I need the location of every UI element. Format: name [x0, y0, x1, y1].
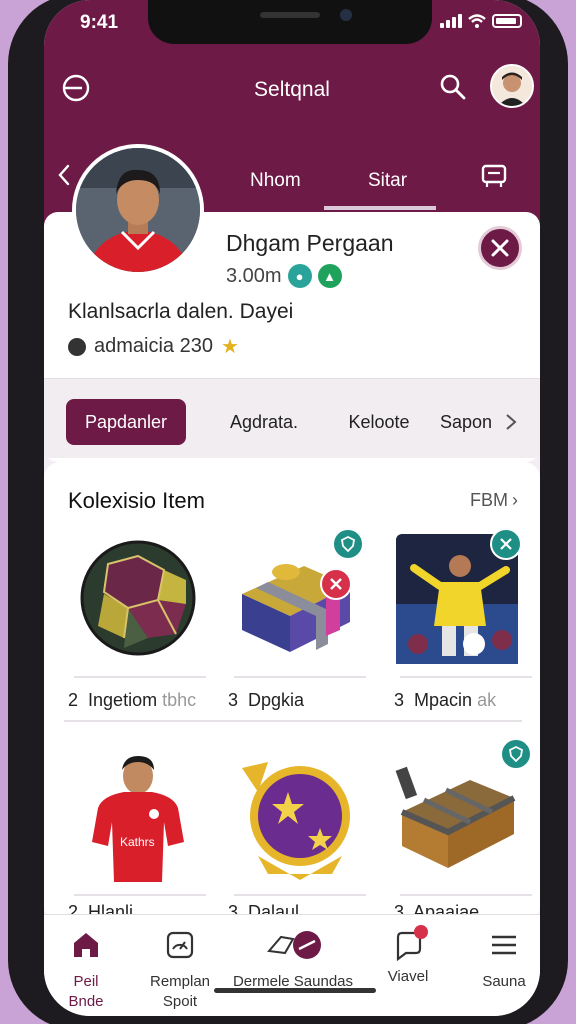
battery-icon: [492, 14, 522, 28]
tab-nhom[interactable]: Nhom: [250, 170, 301, 192]
item-name: Mpacin: [414, 690, 473, 710]
nav-item-remplan[interactable]: Remplan Spoit: [130, 929, 230, 1012]
chevron-right-icon[interactable]: [500, 411, 522, 433]
segment-agdrata[interactable]: Agdrata.: [204, 399, 324, 445]
shield-badge[interactable]: [500, 738, 532, 770]
item-divider: [400, 894, 532, 896]
cart-icon[interactable]: [478, 160, 510, 192]
notch: [148, 0, 432, 44]
profile-bio: Klanlsacrla dalen. Dayei: [68, 300, 294, 323]
tab-sitar[interactable]: Sitar: [368, 170, 407, 192]
profile-name: Dhgam Pergaan: [226, 230, 394, 256]
collection-card: Kolexisio Item FBM › 2 Ingetiom tbhc 3 D…: [44, 462, 540, 922]
item-name: Dpgkia: [248, 690, 305, 710]
item-label: 3 Mpacin ak: [394, 690, 496, 711]
level-badge-icon: ▲: [317, 264, 342, 288]
segment-papdanler[interactable]: Papdanler: [66, 399, 186, 445]
bottom-nav: Peil Bnde Remplan Spoit Dermele Saundas …: [44, 914, 540, 1016]
nav-label-home: Peil Bnde: [68, 973, 104, 1010]
signal-icon: [440, 14, 462, 28]
close-icon: [330, 578, 342, 590]
nav-item-dermele[interactable]: Dermele Saundas: [230, 929, 356, 992]
shield-icon: [341, 535, 355, 553]
tab-active-indicator: [324, 206, 436, 210]
back-chevron-icon[interactable]: [54, 160, 74, 190]
star-icon: ★: [220, 336, 239, 358]
segment-tabs: Papdanler Agdrata. Keloote Sapon: [44, 378, 540, 458]
rocket-icon: [267, 931, 321, 959]
shield-icon: [509, 745, 523, 763]
item-divider: [400, 676, 532, 678]
close-icon: [491, 239, 509, 257]
nav-item-home[interactable]: Peil Bnde: [44, 929, 136, 1012]
nav-item-sauna[interactable]: Sauna: [454, 929, 540, 992]
status-icons: [440, 14, 522, 28]
profile-meta: admaicia 230 ★: [68, 334, 239, 359]
item-divider: [234, 894, 366, 896]
item-count: 3: [228, 690, 239, 710]
player-portrait-icon: [76, 148, 200, 272]
shield-badge[interactable]: [332, 528, 364, 560]
item-count: 2: [68, 690, 79, 710]
profile-meta-text: admaicia 230: [94, 335, 213, 357]
profile-stats: 3.00m ● ▲: [226, 264, 342, 288]
phone-frame: 9:41 Seltqnal Nhom Sitar Dhgam Pergaan 3…: [8, 0, 568, 1024]
item-count: 3: [394, 690, 405, 710]
chevron-right-icon: ›: [512, 490, 518, 510]
star-trophy-icon: [242, 762, 350, 880]
swap-badge[interactable]: [490, 528, 522, 560]
svg-text:Kathrs: Kathrs: [120, 835, 155, 849]
player-kit-icon: Kathrs: [92, 756, 184, 882]
swap-icon: [500, 538, 512, 550]
avatar-face-icon: [492, 66, 532, 106]
item-extra: tbhc: [162, 690, 197, 710]
segment-keloote[interactable]: Keloote: [324, 399, 434, 445]
collection-title: Kolexisio Item: [68, 488, 205, 513]
item-divider: [74, 894, 206, 896]
wifi-icon: [468, 14, 486, 28]
soccer-ball-icon: [80, 540, 196, 656]
collection-see-all[interactable]: FBM ›: [470, 490, 518, 511]
verified-icon: ●: [287, 264, 312, 288]
profile-photo[interactable]: [72, 144, 204, 276]
notification-dot: [414, 925, 428, 939]
treasure-chest-icon: [395, 766, 516, 868]
item-divider: [234, 676, 366, 678]
item-label: 3 Dpgkia: [228, 690, 304, 711]
home-icon: [74, 933, 98, 957]
home-indicator[interactable]: [214, 988, 376, 993]
search-icon[interactable]: [438, 72, 468, 102]
nav-item-viavel[interactable]: Viavel: [358, 925, 458, 987]
nav-label-sauna: Sauna: [482, 973, 526, 990]
status-time: 9:41: [80, 12, 119, 33]
item-label: 2 Ingetiom tbhc: [68, 690, 196, 711]
screen: 9:41 Seltqnal Nhom Sitar Dhgam Pergaan 3…: [44, 0, 540, 1016]
profile-stats-value: 3.00m: [226, 264, 282, 287]
row-divider: [64, 720, 522, 722]
gauge-icon: [166, 931, 194, 959]
collection-see-all-label: FBM: [470, 490, 508, 510]
chat-icon: [392, 925, 428, 962]
user-avatar[interactable]: [490, 64, 534, 108]
location-icon: [68, 337, 86, 356]
item-divider: [74, 676, 206, 678]
remove-badge[interactable]: [320, 568, 352, 600]
segment-sapon[interactable]: Sapon: [436, 399, 496, 445]
close-button[interactable]: [478, 226, 522, 270]
item-extra: ak: [477, 690, 497, 710]
menu-icon: [492, 935, 516, 955]
item-name: Ingetiom: [88, 690, 158, 710]
nav-label-viavel: Viavel: [387, 968, 429, 985]
